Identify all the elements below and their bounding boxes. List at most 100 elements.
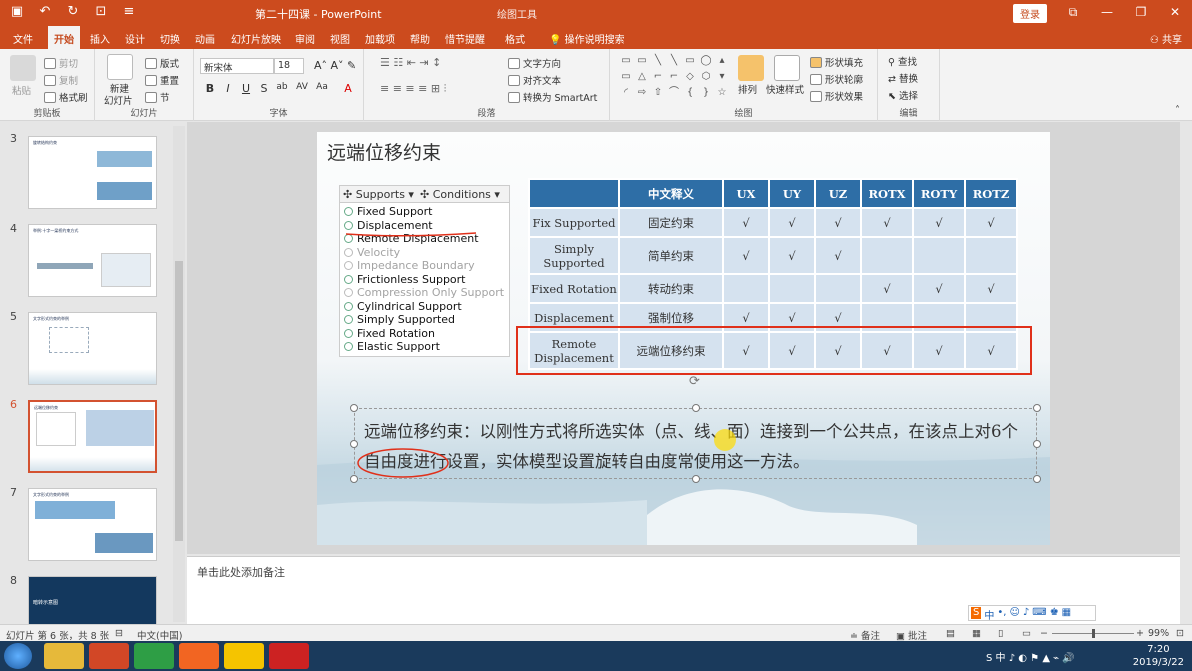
explorer-icon[interactable] xyxy=(44,643,84,669)
shape-fill-button[interactable]: 形状填充 xyxy=(810,55,863,69)
start-button[interactable] xyxy=(4,643,32,669)
find-button[interactable]: ⚲ 查找 xyxy=(888,54,917,68)
section-button[interactable]: 节 xyxy=(145,90,170,104)
ime-emoji-icon[interactable]: ☺ xyxy=(1009,607,1019,619)
apps-icon[interactable]: ▦ xyxy=(1062,607,1071,619)
slide-title[interactable]: 远端位移约束 xyxy=(327,138,441,165)
underline-icon[interactable]: U xyxy=(238,82,254,95)
slide-thumbnail-7[interactable]: 文字形式约束的举例 xyxy=(28,488,157,561)
arrange-button[interactable]: 排列 xyxy=(738,82,757,96)
resize-handle[interactable] xyxy=(692,404,700,412)
zoom-slider-thumb[interactable] xyxy=(1092,629,1095,638)
ansys-icon[interactable] xyxy=(224,643,264,669)
reset-button[interactable]: 重置 xyxy=(145,73,179,87)
copy-button[interactable]: 复制 xyxy=(44,73,78,87)
shape-outline-button[interactable]: 形状轮廓 xyxy=(810,72,863,86)
new-slide-label[interactable]: 幻灯片 xyxy=(104,93,133,107)
char-spacing-icon-2[interactable]: AV xyxy=(294,82,310,92)
quick-styles-icon[interactable] xyxy=(774,55,800,81)
camtasia-icon[interactable] xyxy=(134,643,174,669)
strikethrough-icon[interactable]: S xyxy=(256,82,272,95)
smartart-button[interactable]: 转换为 SmartArt xyxy=(508,90,597,104)
align-icons[interactable]: ≡ ≡ ≡ ≡ ⊞ ⫶ xyxy=(380,82,446,96)
redo-icon[interactable]: ↻ xyxy=(64,4,82,19)
customize-qat-icon[interactable]: ≡ xyxy=(120,4,138,19)
current-slide[interactable]: 远端位移约束 ✣ Supports ▾ ✣ Conditions ▾ Fixed… xyxy=(317,132,1050,545)
tab-help[interactable]: 帮助 xyxy=(410,31,430,46)
tab-slideshow[interactable]: 幻灯片放映 xyxy=(231,31,281,46)
notes-toggle[interactable]: ≐ 备注 xyxy=(850,628,880,642)
recorder-icon[interactable] xyxy=(179,643,219,669)
resize-handle[interactable] xyxy=(1033,475,1041,483)
scrollbar-thumb[interactable] xyxy=(175,261,183,541)
close-icon[interactable]: ✕ xyxy=(1158,0,1192,26)
resize-handle[interactable] xyxy=(1033,404,1041,412)
maximize-icon[interactable]: ❐ xyxy=(1124,0,1158,26)
undo-icon[interactable]: ↶ xyxy=(36,4,54,19)
tab-format[interactable]: 格式 xyxy=(505,31,525,46)
italic-icon[interactable]: I xyxy=(220,82,236,95)
cut-button[interactable]: 剪切 xyxy=(44,56,78,70)
notes-placeholder[interactable]: 单击此处添加备注 xyxy=(197,564,285,580)
rotate-handle-icon[interactable]: ⟳ xyxy=(689,374,700,389)
fit-slide-icon[interactable]: ⊡ xyxy=(1176,628,1184,639)
thumbnail-scrollbar[interactable] xyxy=(173,126,185,622)
tab-insert[interactable]: 插入 xyxy=(90,31,110,46)
microphone-icon[interactable]: ♪ xyxy=(1023,607,1029,619)
char-spacing-icon[interactable]: ab xyxy=(274,82,290,92)
change-case-icon[interactable]: Aa xyxy=(314,82,330,92)
present-icon[interactable]: ⊡ xyxy=(92,4,110,19)
comments-toggle[interactable]: ▣ 批注 xyxy=(896,628,927,642)
paste-icon[interactable] xyxy=(10,55,36,81)
list-icons[interactable]: ☰ ☷ ⇤ ⇥ ↕ xyxy=(380,56,441,69)
shapes-gallery[interactable]: ▭ ▭ ╲ ╲ ▭ ◯ ▴ ▭ △ ⌐ ⌐ ◇ ⬡ ▾ ◜ ⇨ ⇧ ⌒{} ☆ xyxy=(619,54,729,100)
tab-design[interactable]: 设计 xyxy=(125,31,145,46)
tell-me-search[interactable]: 💡 操作说明搜索 xyxy=(549,31,625,46)
shape-effects-button[interactable]: 形状效果 xyxy=(810,89,863,103)
zoom-in-icon[interactable]: + xyxy=(1136,628,1144,639)
bold-icon[interactable]: B xyxy=(202,82,218,95)
save-icon[interactable]: ▣ xyxy=(8,4,26,19)
powerpoint-icon[interactable] xyxy=(89,643,129,669)
ime-mode-icon[interactable]: 中 xyxy=(984,607,994,622)
zoom-out-icon[interactable]: − xyxy=(1040,628,1048,639)
tab-home[interactable]: 开始 xyxy=(48,26,80,49)
ime-logo-icon[interactable]: S xyxy=(971,607,982,619)
tab-file[interactable]: 文件 xyxy=(13,31,33,46)
body-text[interactable]: 远端位移约束：以刚性方式将所选实体（点、线、面）连接到一个公共点，在该点上对6个… xyxy=(364,417,1034,477)
ime-toolbar[interactable]: S 中 •, ☺ ♪ ⌨ ♚ ▦ xyxy=(968,605,1096,622)
slideshow-icon[interactable]: ▭ xyxy=(1022,628,1031,639)
replace-button[interactable]: ⇄ 替换 xyxy=(888,71,918,85)
slide-thumbnail-4[interactable]: 举例:十字一梁桥约束方式 xyxy=(28,224,157,297)
layout-button[interactable]: 版式 xyxy=(145,56,179,70)
resize-handle[interactable] xyxy=(350,404,358,412)
tab-addins[interactable]: 加载项 xyxy=(365,31,395,46)
spellcheck-icon[interactable]: ⊟ xyxy=(115,628,123,639)
tab-animations[interactable]: 动画 xyxy=(195,31,215,46)
slide-thumbnail-6[interactable]: 远端位移约束 xyxy=(28,400,157,473)
quick-styles-button[interactable]: 快速样式 xyxy=(766,82,804,96)
align-text-button[interactable]: 对齐文本 xyxy=(508,73,561,87)
share-button[interactable]: ⚇ 共享 xyxy=(1150,31,1182,46)
tab-transitions[interactable]: 切换 xyxy=(160,31,180,46)
arrange-icon[interactable] xyxy=(738,55,764,81)
minimize-icon[interactable]: — xyxy=(1090,0,1124,26)
font-name-select[interactable]: 新宋体 xyxy=(200,58,274,74)
login-button[interactable]: 登录 xyxy=(1013,4,1047,23)
keyboard-icon[interactable]: ⌨ xyxy=(1032,607,1046,619)
font-color-icon[interactable]: A xyxy=(340,82,356,95)
collapse-ribbon-icon[interactable]: ˄ xyxy=(1175,105,1180,116)
tab-reminder[interactable]: 惜节提醒 xyxy=(445,31,485,46)
zoom-level[interactable]: 99% xyxy=(1148,628,1169,639)
tab-view[interactable]: 视图 xyxy=(330,31,350,46)
body-textbox[interactable]: 远端位移约束：以刚性方式将所选实体（点、线、面）连接到一个公共点，在该点上对6个… xyxy=(350,404,1041,483)
resize-handle[interactable] xyxy=(692,475,700,483)
normal-view-icon[interactable]: ▤ xyxy=(946,628,955,639)
text-direction-button[interactable]: 文字方向 xyxy=(508,56,561,70)
resize-handle[interactable] xyxy=(1033,440,1041,448)
ribbon-display-icon[interactable]: ⧉ xyxy=(1056,0,1090,26)
ime-punct-icon[interactable]: •, xyxy=(997,607,1006,619)
language-indicator[interactable]: 中文(中国) xyxy=(137,628,182,642)
clock[interactable]: 7:20 2019/3/22 xyxy=(1133,643,1184,669)
select-button[interactable]: ⬉ 选择 xyxy=(888,88,918,102)
